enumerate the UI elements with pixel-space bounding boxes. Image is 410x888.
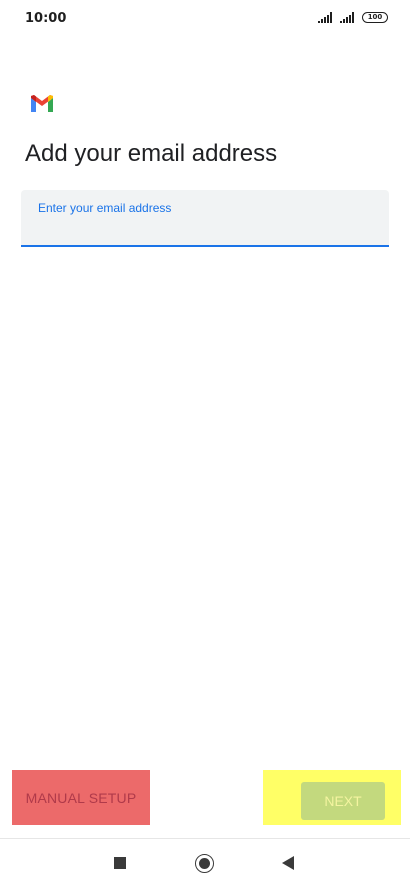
next-button-container: NEXT bbox=[263, 770, 401, 825]
home-icon[interactable] bbox=[195, 854, 214, 873]
email-field-label: Enter your email address bbox=[38, 201, 172, 215]
battery-icon: 100 bbox=[362, 12, 388, 23]
email-field[interactable]: Enter your email address bbox=[21, 190, 389, 247]
status-time: 10:00 bbox=[25, 11, 67, 26]
status-bar: 10:00 100 bbox=[0, 0, 410, 36]
manual-setup-button[interactable]: MANUAL SETUP bbox=[12, 770, 150, 825]
email-input[interactable] bbox=[37, 218, 373, 240]
battery-level: 100 bbox=[367, 13, 383, 21]
gmail-logo-icon bbox=[31, 95, 53, 112]
page-title: Add your email address bbox=[25, 140, 278, 167]
recent-apps-icon[interactable] bbox=[114, 857, 126, 869]
nav-divider bbox=[0, 838, 410, 839]
next-button[interactable]: NEXT bbox=[301, 782, 385, 820]
signal-icon bbox=[340, 12, 354, 23]
screen: 10:00 100 Add your email address Enter y… bbox=[0, 0, 410, 888]
back-icon[interactable] bbox=[282, 856, 294, 870]
signal-icon bbox=[318, 12, 332, 23]
